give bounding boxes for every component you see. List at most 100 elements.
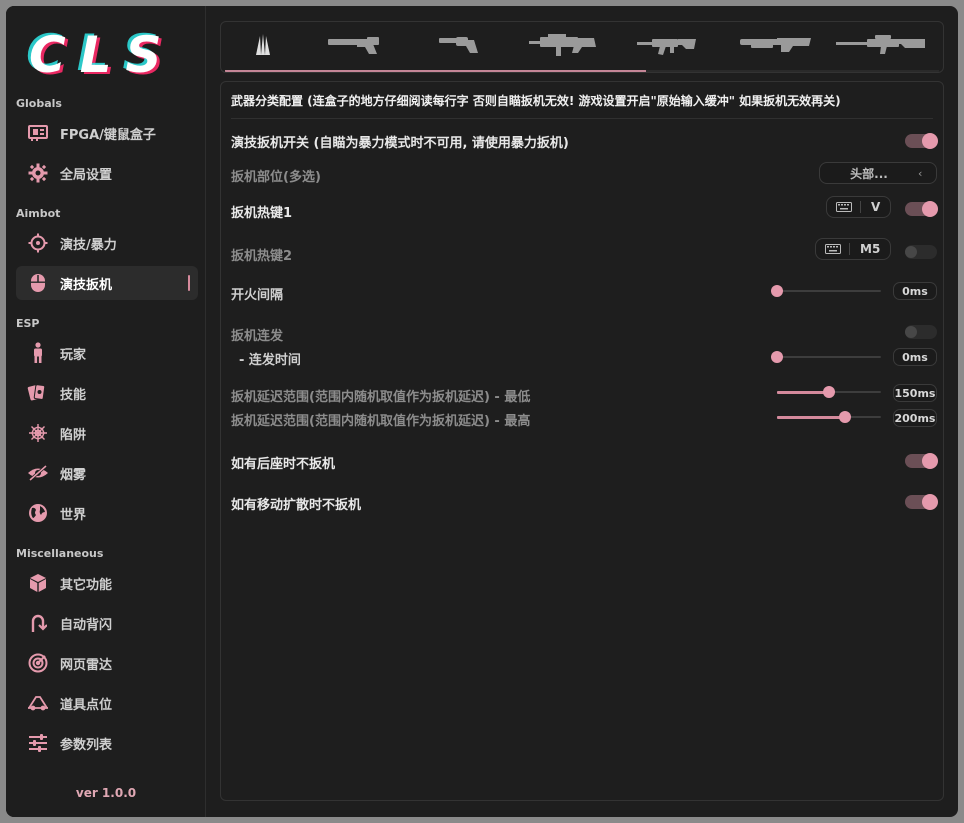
weapon-tab-scrollbar-thumb[interactable] [225,70,647,72]
hotkey1-keybind[interactable]: V [826,196,892,218]
radar-icon [16,653,60,673]
sidebar-item-legit-trigger[interactable]: 演技扳机 [16,266,198,300]
sidebar-item-label: 其它功能 [60,577,113,593]
chevron-left-icon: ‹ [918,166,923,180]
sidebar-item-label: FPGA/键鼠盒子 [60,127,156,143]
weapon-tab-shotgun[interactable] [721,22,831,72]
no-trigger-recoil-toggle[interactable] [905,453,938,469]
fire-interval-label: 开火间隔 [231,288,284,303]
section-title-globals: Globals [16,97,62,110]
sidebar-item-traps[interactable]: 陷阱 [16,416,198,450]
shotgun-icon [739,34,813,60]
delay-max-value[interactable]: 200ms [893,409,937,427]
trigger-toggle-switch[interactable] [905,133,938,149]
crosshair-icon [16,233,60,253]
sidebar-item-other-features[interactable]: 其它功能 [16,566,198,600]
fire-interval-value[interactable]: 0ms [893,282,937,300]
weapon-tab-sniper[interactable] [835,22,943,72]
sidebar-item-label: 网页雷达 [60,657,113,673]
weapon-tab-rifle[interactable] [617,22,717,72]
trigger-toggle-label: 演技扳机开关 (自瞄为暴力模式时不可用, 请使用暴力扳机) [231,136,569,151]
no-trigger-spread-label: 如有移动扩散时不扳机 [231,498,362,513]
sidebar-item-label: 玩家 [60,347,87,363]
sidebar-item-item-spots[interactable]: 道具点位 [16,686,198,720]
burst-time-label: - 连发时间 [239,353,301,368]
weapon-tab-revolver[interactable] [409,22,509,72]
rifle-icon [636,34,698,60]
hotkey1-key: V [871,200,881,214]
sidebar-item-label: 演技/暴力 [60,237,117,253]
active-indicator [188,275,190,291]
burst-time-slider[interactable] [771,350,881,364]
sidebar-item-players[interactable]: 玩家 [16,336,198,370]
sidebar-item-label: 技能 [60,387,87,403]
eye-slash-icon [16,464,60,482]
weapon-tab-pistol[interactable] [305,22,405,72]
delay-min-slider[interactable] [777,385,881,399]
weapon-category-bar [220,21,944,73]
section-title-esp: ESP [16,317,40,330]
u-turn-icon [16,613,60,633]
svg-text:CLS: CLS [29,26,176,84]
cards-icon [16,383,60,403]
fire-interval-slider[interactable] [771,284,881,298]
revolver-icon [438,34,480,60]
delay-max-slider[interactable] [777,410,881,424]
hotkey2-label: 扳机热键2 [231,249,293,264]
keyboard-icon [827,201,861,213]
weapon-tab-knife[interactable] [225,22,301,72]
sidebar-item-label: 自动背闪 [60,617,113,633]
sliders-icon [16,734,60,752]
hotkey2-key: M5 [860,242,881,256]
globe-icon [16,503,60,523]
panel-header: 武器分类配置 (连盒子的地方仔细阅读每行字 否则自瞄扳机无效! 游戏设置开启"原… [231,92,933,119]
sidebar-item-label: 陷阱 [60,427,87,443]
weapon-tab-scrollbar[interactable] [225,70,939,72]
hotkey2-keybind[interactable]: M5 [815,238,892,260]
section-title-miscellaneous: Miscellaneous [16,547,104,560]
pistol-icon [327,34,383,60]
sidebar-item-label: 烟雾 [60,467,87,483]
section-title-aimbot: Aimbot [16,207,61,220]
sidebar-item-parameter-list[interactable]: 参数列表 [16,726,198,760]
cube-icon [16,573,60,593]
sidebar-item-label: 参数列表 [60,737,113,753]
hotkey1-label: 扳机热键1 [231,206,293,221]
sidebar-item-web-radar[interactable]: 网页雷达 [16,646,198,680]
trigger-parts-dropdown[interactable]: 头部... ‹ [819,162,937,184]
app-window: CLS CLS CLS Globals FPGA/键鼠盒子 全局设置 Aimbo… [6,6,958,817]
sniper-icon [835,34,925,60]
smg-icon [528,33,598,61]
trigger-parts-value: 头部... [850,166,888,181]
sidebar-item-aim-legit-rage[interactable]: 演技/暴力 [16,226,198,260]
cls-logo: CLS CLS CLS [26,24,176,86]
no-trigger-spread-toggle[interactable] [905,494,938,510]
burst-toggle[interactable] [905,325,937,339]
burst-label: 扳机连发 [231,329,284,344]
sidebar-item-fpga[interactable]: FPGA/键鼠盒子 [16,116,198,150]
sidebar-item-label: 演技扳机 [60,277,113,293]
sidebar-item-abilities[interactable]: 技能 [16,376,198,410]
sidebar-item-global-settings[interactable]: 全局设置 [16,156,198,190]
burst-time-value[interactable]: 0ms [893,348,937,366]
sidebar: CLS CLS CLS Globals FPGA/键鼠盒子 全局设置 Aimbo… [6,6,206,817]
mouse-icon [16,273,60,293]
landmark-icon [16,694,60,712]
sidebar-item-label: 世界 [60,507,87,523]
sidebar-item-smoke[interactable]: 烟雾 [16,456,198,490]
delay-min-label: 扳机延迟范围(范围内随机取值作为扳机延迟) - 最低 [231,390,531,405]
hotkey1-toggle[interactable] [905,201,938,217]
sidebar-item-label: 道具点位 [60,697,113,713]
sidebar-item-auto-flash[interactable]: 自动背闪 [16,606,198,640]
person-icon [16,342,60,364]
spiderweb-icon [16,423,60,443]
weapon-tab-smg[interactable] [513,22,613,72]
keyboard-icon [816,243,850,255]
delay-min-value[interactable]: 150ms [893,384,937,402]
no-trigger-recoil-label: 如有后座时不扳机 [231,457,336,472]
hotkey2-toggle[interactable] [905,245,937,259]
settings-panel: 武器分类配置 (连盒子的地方仔细阅读每行字 否则自瞄扳机无效! 游戏设置开启"原… [220,81,944,801]
sidebar-item-world[interactable]: 世界 [16,496,198,530]
fpga-card-icon [16,124,60,142]
trigger-parts-label: 扳机部位(多选) [231,170,321,185]
